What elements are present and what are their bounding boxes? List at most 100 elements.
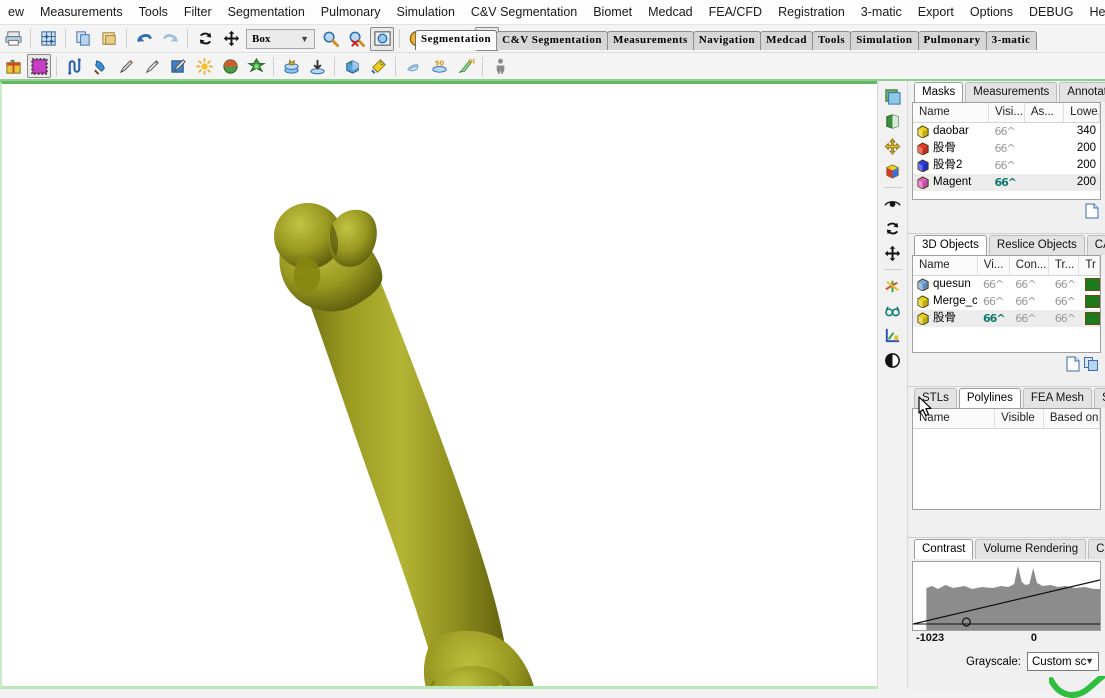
edit-mask-icon[interactable]	[27, 54, 51, 78]
menu-item-biomet[interactable]: Biomet	[585, 2, 640, 22]
polylines-tab-fea-mesh[interactable]: FEA Mesh	[1022, 388, 1092, 408]
menu-item-medcad[interactable]: Medcad	[640, 2, 700, 22]
toolbar-tab-tools[interactable]: Tools	[812, 31, 852, 50]
multiple-slice-edit-icon[interactable]	[244, 54, 268, 78]
toolbar-tab-navigation[interactable]: Navigation	[692, 31, 762, 50]
masks-tab-masks[interactable]: Masks	[914, 82, 964, 102]
menu-item-segmentation[interactable]: Segmentation	[220, 2, 313, 22]
polylines-list[interactable]: Name Visible Based on	[912, 408, 1101, 510]
mask-row[interactable]: 股骨2 66^ 200	[913, 157, 1100, 174]
redo-icon[interactable]	[158, 27, 182, 51]
paste-icon[interactable]	[97, 27, 121, 51]
masks-col-1[interactable]: Visi...	[989, 103, 1025, 122]
visibility-toggle-icon[interactable]: 66^	[994, 176, 1017, 189]
visibility-toggle-icon[interactable]: 66^	[994, 159, 1015, 172]
3d-viewport[interactable]: 完成	[0, 81, 877, 689]
masks-list[interactable]: NameVisi...As...Lowe... daobar 66^ 340 股骨 66…	[912, 102, 1101, 200]
contrast-icon[interactable]	[882, 349, 904, 371]
menu-item-fea-cfd[interactable]: FEA/CFD	[701, 2, 770, 22]
edit-in-3d-icon[interactable]	[166, 54, 190, 78]
grayscale-select[interactable]: Custom sc ▼	[1027, 652, 1099, 671]
rotate-icon[interactable]	[193, 27, 217, 51]
print-icon[interactable]	[1, 27, 25, 51]
zoom-in-icon[interactable]	[318, 27, 342, 51]
toolbar-tab-c-v-segmentation[interactable]: C&V Segmentation	[496, 31, 608, 50]
masks-col-2[interactable]: As...	[1025, 103, 1065, 122]
visibility-toggle-icon[interactable]: 66^	[1015, 295, 1036, 308]
pan-icon[interactable]	[219, 27, 243, 51]
objects-list[interactable]: Name Vi... Con... Tr... Tr quesun 66^ 66^ 66^ Me…	[912, 255, 1101, 353]
menu-item-ew[interactable]: ew	[0, 2, 32, 22]
menu-item-options[interactable]: Options	[962, 2, 1021, 22]
menu-item-simulation[interactable]: Simulation	[389, 2, 463, 22]
visibility-toggle-icon[interactable]: 66^	[983, 278, 1004, 291]
menu-item-measurements[interactable]: Measurements	[32, 2, 131, 22]
erase-icon[interactable]	[140, 54, 164, 78]
menu-item-tools[interactable]: Tools	[131, 2, 176, 22]
mask-from-object-icon[interactable]	[366, 54, 390, 78]
polylines-tab-stls[interactable]: STLs	[914, 388, 957, 408]
move-object-icon[interactable]	[882, 135, 904, 157]
shape-selector[interactable]: Box ▼	[246, 28, 315, 49]
visibility-toggle-icon[interactable]: 66^	[983, 295, 1004, 308]
axes-icon[interactable]	[882, 274, 904, 296]
menu-item-filter[interactable]: Filter	[176, 2, 220, 22]
polylines-col-1[interactable]: Visible	[995, 409, 1044, 428]
object-row[interactable]: 股骨 66^ 66^ 66^	[913, 310, 1100, 327]
polylines-tab-polylines[interactable]: Polylines	[958, 388, 1021, 408]
masks-tab-annotations[interactable]: Annotations	[1059, 82, 1105, 102]
masks-col-0[interactable]: Name	[913, 103, 990, 122]
visibility-glasses-icon[interactable]	[882, 299, 904, 321]
new-mask-icon[interactable]	[1, 54, 25, 78]
layers-icon[interactable]	[882, 85, 904, 107]
zoom-reset-icon[interactable]	[344, 27, 368, 51]
menu-item-3-matic[interactable]: 3-matic	[853, 2, 910, 22]
reslice-icon[interactable]: 90	[453, 54, 477, 78]
draw-icon[interactable]	[114, 54, 138, 78]
visibility-toggle-icon[interactable]: 66^	[983, 312, 1006, 325]
objects-col-4[interactable]: Tr	[1079, 256, 1100, 275]
morphology-icon[interactable]	[218, 54, 242, 78]
visibility-toggle-icon[interactable]: 66^	[1055, 295, 1076, 308]
object-color-swatch[interactable]	[1085, 278, 1100, 291]
menu-item-c-v-segmentation[interactable]: C&V Segmentation	[463, 2, 585, 22]
mask-row[interactable]: 股骨 66^ 200	[913, 140, 1100, 157]
visibility-toggle-icon[interactable]: 66^	[1055, 312, 1076, 325]
split-mask-icon[interactable]	[401, 54, 425, 78]
fill-holes-icon[interactable]	[88, 54, 112, 78]
polylines-tab-simulatio[interactable]: Simulatio	[1093, 388, 1105, 408]
polylines-col-0[interactable]: Name	[913, 409, 996, 428]
toolbar-tab-medcad[interactable]: Medcad	[760, 31, 814, 50]
polylines-col-2[interactable]: Based on	[1044, 409, 1100, 428]
objects-col-1[interactable]: Vi...	[978, 256, 1010, 275]
threshold-icon[interactable]	[192, 54, 216, 78]
menu-item-help[interactable]: Help	[1081, 2, 1105, 22]
objects-tab-3d-objects[interactable]: 3D Objects	[914, 235, 987, 255]
menu-item-registration[interactable]: Registration	[770, 2, 853, 22]
chart-icon[interactable]	[882, 324, 904, 346]
eye-icon[interactable]	[882, 192, 904, 214]
histogram-plot[interactable]	[912, 561, 1101, 631]
region-grow-icon[interactable]	[62, 54, 86, 78]
fit-region-icon[interactable]	[370, 26, 394, 51]
visibility-toggle-icon[interactable]: 66^	[1055, 278, 1076, 291]
toolbar-tab-3-matic[interactable]: 3-matic	[985, 31, 1037, 50]
menu-item-debug[interactable]: DEBUG	[1021, 2, 1081, 22]
object-row[interactable]: Merge_c 66^ 66^ 66^	[913, 293, 1100, 310]
visibility-toggle-icon[interactable]: 66^	[1015, 312, 1036, 325]
mask-row[interactable]: daobar 66^ 340	[913, 123, 1100, 140]
object-row[interactable]: quesun 66^ 66^ 66^	[913, 276, 1100, 293]
visibility-toggle-icon[interactable]: 66^	[994, 125, 1015, 138]
person-icon[interactable]	[488, 54, 512, 78]
objects-col-3[interactable]: Tr...	[1049, 256, 1080, 275]
masks-col-3[interactable]: Lowe...	[1064, 103, 1100, 122]
duplicate-object-button[interactable]	[1084, 356, 1099, 375]
wrap-icon[interactable]: 90	[427, 54, 451, 78]
volume-render-icon[interactable]	[882, 110, 904, 132]
objects-tab-reslice-objects[interactable]: Reslice Objects	[988, 235, 1085, 255]
masks-tab-measurements[interactable]: Measurements	[965, 82, 1058, 102]
visibility-toggle-icon[interactable]: 66^	[994, 142, 1015, 155]
calculate-part-icon[interactable]	[305, 54, 329, 78]
smooth-3d-icon[interactable]	[340, 54, 364, 78]
contrast-tab-contrast[interactable]: Contrast	[914, 539, 974, 559]
